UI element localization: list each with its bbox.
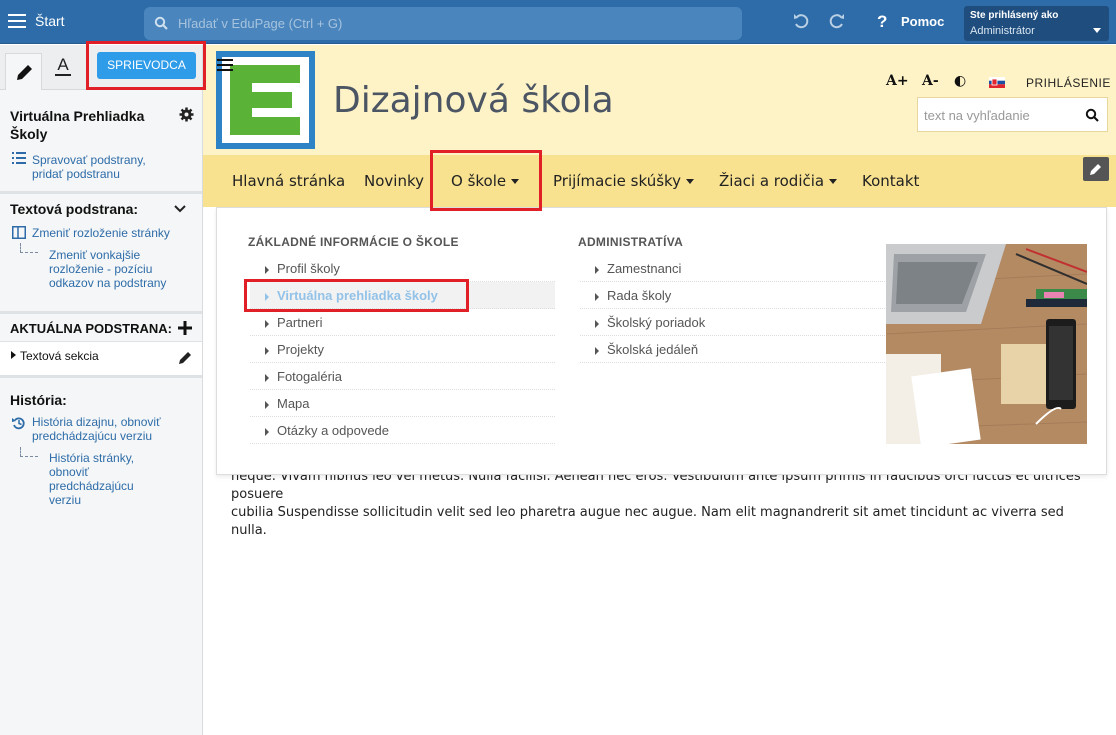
edupage-search-input[interactable]: Hľadať v EduPage (Ctrl + G) bbox=[144, 7, 742, 40]
history-title: História: bbox=[10, 392, 67, 408]
chevron-down-icon[interactable] bbox=[174, 205, 186, 213]
nav-item-students-parents[interactable]: Žiaci a rodičia bbox=[719, 172, 838, 190]
site-search-placeholder: text na vyhľadanie bbox=[924, 108, 1030, 123]
history-icon bbox=[12, 417, 25, 430]
font-decrease-button[interactable]: A- bbox=[922, 73, 939, 89]
text-style-icon: A bbox=[55, 55, 71, 76]
desk-photo-illustration bbox=[886, 244, 1087, 444]
pencil-icon bbox=[17, 65, 32, 80]
sidebar-divider bbox=[0, 375, 202, 378]
caret-down-icon bbox=[686, 179, 695, 184]
logged-as-label: Ste prihlásený ako bbox=[970, 10, 1059, 21]
page-title: Virtuálna Prehliadka Školy bbox=[10, 108, 145, 142]
logo-e-mark bbox=[230, 65, 300, 135]
caret-down-icon bbox=[829, 179, 838, 184]
page-history-link[interactable]: História stránky, obnoviť predchádzajúcu… bbox=[49, 451, 159, 507]
highlight-guide-button bbox=[86, 41, 206, 90]
page-menu-icon[interactable] bbox=[217, 59, 233, 73]
gear-icon[interactable] bbox=[179, 107, 194, 122]
contrast-icon[interactable]: ◐ bbox=[954, 73, 966, 89]
edit-menu-button[interactable] bbox=[1083, 157, 1109, 181]
site-header: Dizajnová škola A+ A- ◐ PRIHLÁSENIE text… bbox=[203, 45, 1116, 155]
triangle-right-icon bbox=[265, 265, 269, 274]
nav-item-label: Žiaci a rodičia bbox=[719, 172, 825, 190]
pencil-icon bbox=[1090, 164, 1101, 175]
font-increase-button[interactable]: A+ bbox=[886, 73, 909, 89]
pencil-icon[interactable] bbox=[178, 350, 193, 365]
dropdown-item-canteen[interactable]: Školská jedáleň bbox=[580, 336, 885, 363]
tree-connector bbox=[20, 447, 38, 457]
dropdown-item-projects[interactable]: Projekty bbox=[250, 336, 555, 363]
nav-item-home[interactable]: Hlavná stránka bbox=[232, 172, 345, 190]
dropdown-item-faq[interactable]: Otázky a odpovede bbox=[250, 417, 555, 444]
dropdown-item-gallery[interactable]: Fotogaléria bbox=[250, 363, 555, 390]
main-navigation: Hlavná stránka Novinky O škole Prijímaci… bbox=[203, 155, 1116, 207]
top-bar: Štart Hľadať v EduPage (Ctrl + G) ? Pomo… bbox=[0, 0, 1116, 44]
dropdown-item-school-rules[interactable]: Školský poriadok bbox=[580, 309, 885, 336]
tab-edit[interactable] bbox=[5, 53, 42, 90]
triangle-right-icon bbox=[595, 346, 599, 355]
search-icon bbox=[154, 16, 168, 30]
design-history-link[interactable]: História dizajnu, obnoviť predchádzajúcu… bbox=[32, 415, 182, 443]
highlight-about-school bbox=[430, 150, 542, 211]
change-layout-link[interactable]: Zmeniť rozloženie stránky bbox=[32, 226, 192, 240]
search-placeholder: Hľadať v EduPage (Ctrl + G) bbox=[178, 16, 343, 31]
list-icon bbox=[12, 152, 26, 164]
search-icon[interactable] bbox=[1085, 108, 1099, 122]
body-text-line: cubilia Suspendisse sollicitudin velit s… bbox=[231, 505, 1064, 538]
highlight-virtual-tour bbox=[244, 279, 469, 312]
triangle-right-icon bbox=[265, 319, 269, 328]
sidebar-divider bbox=[0, 191, 202, 194]
desk-photo bbox=[886, 244, 1087, 444]
triangle-right-icon bbox=[595, 319, 599, 328]
dropdown-column-title: ADMINISTRATÍVA bbox=[578, 235, 684, 249]
text-subpage-title: Textová podstrana: bbox=[10, 201, 139, 217]
logged-user-name: Administrátor bbox=[970, 25, 1035, 37]
tab-text-style[interactable]: A bbox=[48, 55, 78, 85]
logged-user-menu[interactable]: Ste prihlásený ako Administrátor bbox=[964, 6, 1109, 41]
nav-item-admissions[interactable]: Prijímacie skúšky bbox=[553, 172, 695, 190]
chevron-down-icon bbox=[1093, 28, 1101, 33]
dropdown-item-profile[interactable]: Profil školy bbox=[250, 255, 555, 282]
nav-item-contact[interactable]: Kontakt bbox=[862, 172, 919, 190]
dropdown-item-map[interactable]: Mapa bbox=[250, 390, 555, 417]
text-section-row[interactable]: Textová sekcia bbox=[0, 342, 202, 376]
tree-connector bbox=[20, 243, 38, 253]
change-outer-layout-link[interactable]: Zmeniť vonkajšie rozloženie - pozíciu od… bbox=[49, 248, 169, 290]
dropdown-column-title: ZÁKLADNÉ INFORMÁCIE O ŠKOLE bbox=[248, 235, 459, 249]
dropdown-item-school-board[interactable]: Rada školy bbox=[580, 282, 885, 309]
manage-subpages-link[interactable]: Spravovať podstrany, pridať podstranu bbox=[32, 153, 172, 181]
layout-icon bbox=[12, 226, 26, 239]
help-icon[interactable]: ? bbox=[877, 12, 887, 32]
redo-icon[interactable] bbox=[828, 12, 846, 30]
text-section-label: Textová sekcia bbox=[20, 349, 99, 363]
help-link[interactable]: Pomoc bbox=[901, 14, 944, 29]
triangle-right-icon bbox=[265, 400, 269, 409]
editor-sidebar: A SPRIEVODCA Virtuálna Prehliadka Školy … bbox=[0, 45, 203, 735]
undo-icon[interactable] bbox=[792, 12, 810, 30]
dropdown-item-partners[interactable]: Partneri bbox=[250, 309, 555, 336]
nav-item-label: Prijímacie skúšky bbox=[553, 172, 682, 190]
login-link[interactable]: PRIHLÁSENIE bbox=[1026, 76, 1111, 90]
slovak-flag-icon[interactable] bbox=[989, 77, 1005, 88]
dropdown-item-staff[interactable]: Zamestnanci bbox=[580, 255, 885, 282]
main-menu-icon[interactable] bbox=[8, 14, 26, 28]
nav-item-news[interactable]: Novinky bbox=[364, 172, 424, 190]
triangle-right-icon bbox=[11, 351, 16, 359]
current-subpage-header: AKTUÁLNA PODSTRANA: bbox=[0, 314, 202, 342]
triangle-right-icon bbox=[265, 346, 269, 355]
triangle-right-icon bbox=[595, 292, 599, 301]
triangle-right-icon bbox=[595, 265, 599, 274]
about-school-dropdown: ZÁKLADNÉ INFORMÁCIE O ŠKOLE Profil školy… bbox=[216, 207, 1107, 475]
site-title: Dizajnová škola bbox=[333, 80, 614, 121]
triangle-right-icon bbox=[265, 427, 269, 436]
triangle-right-icon bbox=[265, 373, 269, 382]
plus-icon[interactable] bbox=[178, 321, 192, 335]
current-subpage-title: AKTUÁLNA PODSTRANA: bbox=[10, 321, 173, 336]
page-body-text: neque. Vivam nibnus leo vel metus. Nulla… bbox=[231, 468, 1091, 540]
start-link[interactable]: Štart bbox=[35, 13, 65, 29]
site-search-input[interactable]: text na vyhľadanie bbox=[917, 97, 1108, 132]
